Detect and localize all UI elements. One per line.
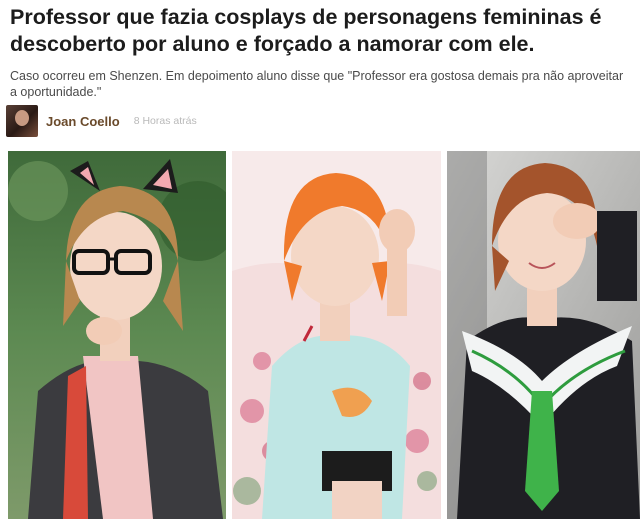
- article-summary: Caso ocorreu em Shenzen. Em depoimento a…: [10, 69, 624, 99]
- photo-1-illustration: [8, 151, 226, 519]
- photo-collage[interactable]: [8, 151, 640, 519]
- byline: Joan Coello 8 Horas atrás: [6, 104, 197, 138]
- photo-3-illustration: [447, 151, 640, 519]
- author-avatar[interactable]: [6, 105, 38, 137]
- photo-cosplayer-orange-wig[interactable]: [232, 151, 441, 519]
- post-timestamp: 8 Horas atrás: [133, 115, 197, 127]
- photo-cosplayer-cat-ears[interactable]: [8, 151, 226, 519]
- photo-cosplayer-sailor-uniform[interactable]: [447, 151, 640, 519]
- author-name[interactable]: Joan Coello: [46, 114, 120, 129]
- photo-2-illustration: [232, 151, 441, 519]
- article-headline[interactable]: Professor que fazia cosplays de personag…: [10, 4, 632, 58]
